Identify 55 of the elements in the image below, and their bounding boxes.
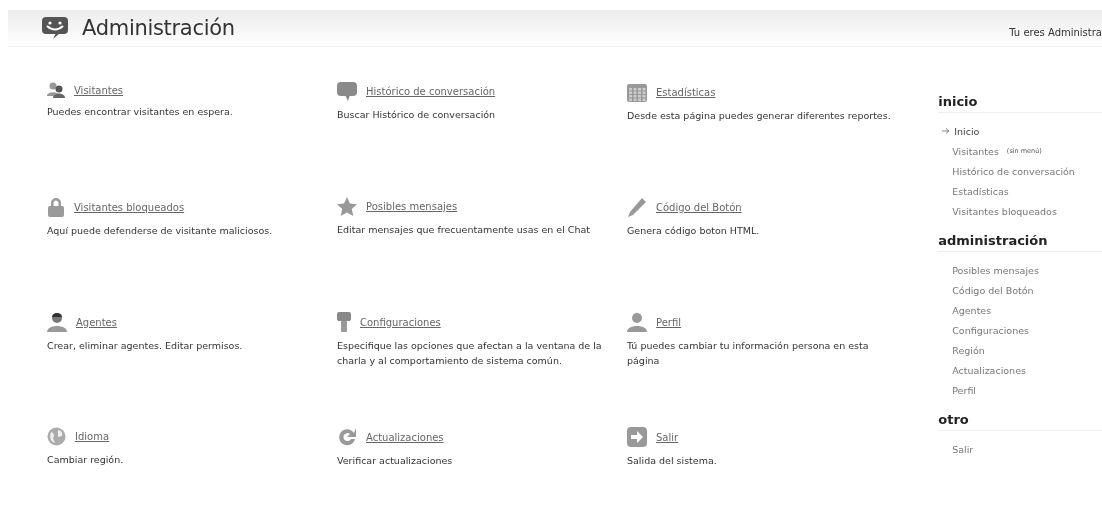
section-link[interactable]: Actualizaciones [366,431,444,443]
sidebar-heading: administración [938,233,1102,252]
star-icon [337,197,357,216]
section-link[interactable]: Perfil [656,316,681,328]
padlock-icon [47,197,65,217]
calendar-icon [627,82,647,102]
sidebar-link[interactable]: Región [952,344,985,356]
section-description: Desde esta página puedes generar diferentes reportes. [627,109,892,123]
sidebar-link[interactable]: Salir [952,443,974,455]
sidebar-link[interactable]: Configuraciones [952,324,1029,336]
globe-icon [47,427,66,446]
section-link[interactable]: Histórico de conversación [366,86,496,97]
section-link[interactable]: Agentes [76,316,117,328]
sidebar-link[interactable]: Posibles mensajes [952,264,1039,276]
section-description: Verificar actualizaciones [337,454,454,468]
section-link[interactable]: Código del Botón [656,201,742,213]
people-icon [47,82,65,98]
section-link[interactable]: Salir [656,431,679,443]
sidebar-heading: otro [938,412,1102,431]
sidebar-link[interactable]: Inicio [954,125,980,137]
section-description: Especifique las opciones que afectan a la ventana de la charla y al comportamiento de sistema común. [337,339,602,368]
section-description: Tú puedes cambiar tu información persona en esta página [627,339,870,368]
person-icon [47,312,67,332]
section-link[interactable]: Posibles mensajes [366,201,458,212]
user-status-text: Tu eres Administra [1009,25,1102,38]
sidebar-heading: inicio [938,94,1102,113]
person-icon [627,312,647,332]
section-description: Crear, eliminar agentes. Editar permisos. [47,339,244,353]
section-description: Puedes encontrar visitantes en espera. [47,105,234,119]
speech-bubble-icon [337,82,357,101]
section-description: Genera código boton HTML. [627,224,761,238]
section-description: Aquí puede defenderse de visitante maliciosos. [47,224,274,238]
section-link[interactable]: Configuraciones [360,316,441,328]
section-description: Salida del sistema. [627,454,718,468]
sidebar-link[interactable]: Visitantes bloqueados [952,205,1057,217]
sidebar-link[interactable]: Perfil [952,384,976,396]
section-link[interactable]: Estadísticas [656,86,716,98]
section-description: Cambiar región. [47,453,125,467]
page-title: Administración [82,16,235,40]
sidebar-link[interactable]: Código del Botón [952,284,1034,296]
sidebar-link[interactable]: Estadísticas [952,185,1009,197]
pencil-icon [627,197,647,217]
sidebar-link[interactable]: Histórico de conversación [952,165,1075,177]
section-link[interactable]: Visitantes bloqueados [74,201,185,213]
section-description: Editar mensajes que frecuentamente usas en el Chat [337,223,591,237]
sidebar-link[interactable]: Visitantes [952,145,999,157]
sidebar-link[interactable]: Agentes [952,304,992,316]
section-description: Buscar Histórico de conversación [337,108,497,122]
section-link[interactable]: Visitantes [74,84,124,96]
section-link[interactable]: Idioma [75,431,110,442]
arrow-icon [942,128,951,134]
smiley-chat-icon [42,17,68,39]
plug-icon [337,312,351,332]
sidebar-link[interactable]: Actualizaciones [952,364,1026,376]
refresh-icon [337,427,357,447]
